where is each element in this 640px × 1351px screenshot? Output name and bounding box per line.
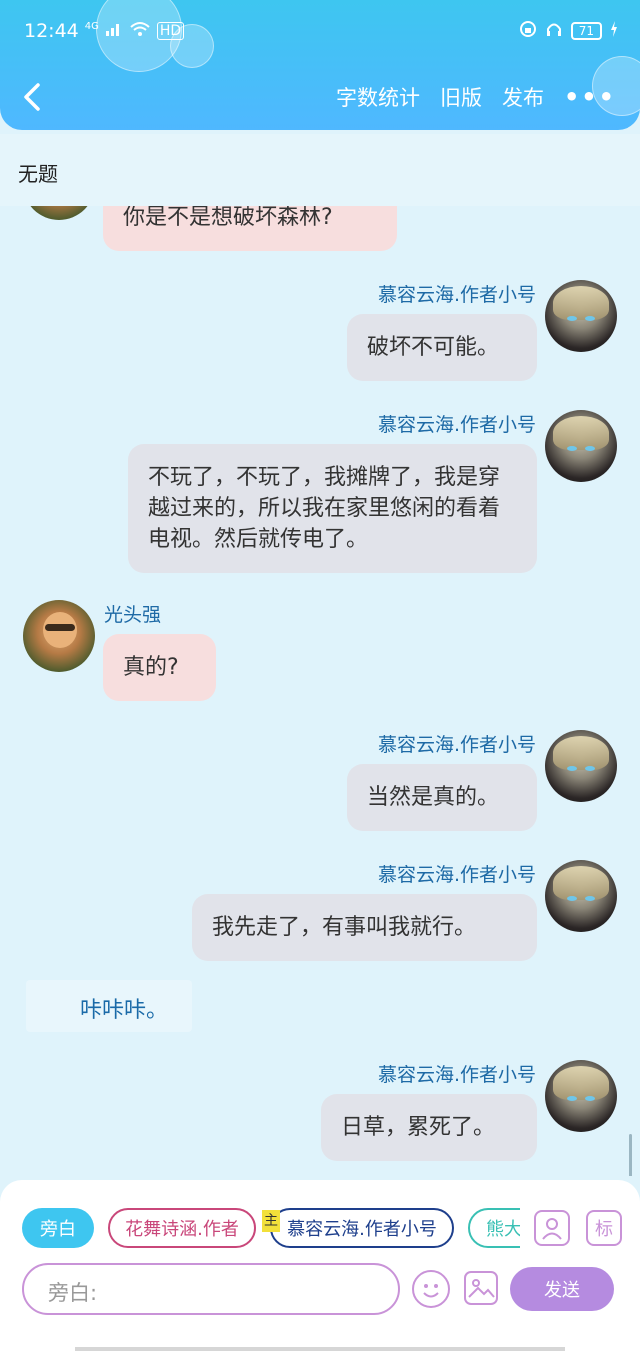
sender-name: 光头强 [104,604,162,626]
avatar-guangtouqiang[interactable] [23,206,95,220]
chat-area[interactable]: 你是不是想破坏森林? 慕容云海.作者小号 破坏不可能。 慕容云海.作者小号 不玩… [0,206,640,1176]
person-icon [542,1218,562,1240]
header-actions: 字数统计 旧版 发布 ••• [336,82,616,112]
word-count-button[interactable]: 字数统计 [336,82,420,112]
sender-name: 慕容云海.作者小号 [377,864,536,886]
message-bubble[interactable]: 我先走了，有事叫我就行。 [192,894,537,961]
headphone-icon [545,20,563,42]
avatar-author[interactable] [545,410,617,482]
charging-icon [610,21,618,41]
message-bubble[interactable]: 日草，累死了。 [321,1094,537,1161]
scrollbar[interactable] [629,1134,632,1176]
role-chip-narration[interactable]: 旁白 [22,1208,94,1248]
clock: 12:44 [24,20,79,42]
hd-label: HD [156,22,185,40]
send-button[interactable]: 发送 [510,1267,614,1311]
role-selector: 旁白 花舞诗涵.作者 慕容云海.作者小号 熊大 [0,1208,520,1250]
signal-icon [105,20,123,42]
role-manage-button[interactable] [534,1210,570,1246]
sender-name: 慕容云海.作者小号 [377,414,536,436]
battery-level: 71 [570,22,602,40]
message-bubble[interactable]: 你是不是想破坏森林? [103,206,397,251]
host-badge: 主 [262,1210,280,1232]
image-icon [468,1279,495,1298]
avatar-author[interactable] [545,860,617,932]
avatar-guangtouqiang[interactable] [23,600,95,672]
home-indicator [75,1347,565,1351]
emoji-button[interactable] [412,1270,450,1308]
message-input[interactable]: 旁白: [22,1263,400,1315]
sender-name: 慕容云海.作者小号 [377,1064,536,1086]
status-bar-right: 71 [519,20,618,42]
smiley-icon [423,1284,439,1298]
message-bubble[interactable]: 不玩了，不玩了，我摊牌了，我是穿越过来的，所以我在家里悠闲的看着电视。然后就传电… [128,444,537,573]
narration-message[interactable]: 咔咔咔。 [26,980,192,1032]
title-bar: 无题 [0,134,640,206]
compose-panel: 旁白 花舞诗涵.作者 慕容云海.作者小号 熊大 标 旁白: 发送 [0,1180,640,1351]
role-chip-huawu[interactable]: 花舞诗涵.作者 [108,1208,256,1248]
image-button[interactable] [464,1271,498,1305]
avatar-author[interactable] [545,1060,617,1132]
old-version-button[interactable]: 旧版 [440,82,482,112]
avatar-author[interactable] [545,730,617,802]
lock-rotation-icon [519,20,537,42]
role-chip-xiongda[interactable]: 熊大 [468,1208,520,1248]
sender-name: 慕容云海.作者小号 [377,734,536,756]
more-menu-button[interactable]: ••• [564,83,616,111]
wifi-icon [129,20,151,42]
tag-button[interactable]: 标 [586,1210,622,1246]
chevron-left-icon [24,83,40,111]
signal-label: 4G [84,20,99,32]
app-header: 12:44 4G HD 71 字数统计 旧版 发布 ••• [0,0,640,130]
status-bar-left: 12:44 4G HD [24,20,185,42]
page-title[interactable]: 无题 [18,158,58,187]
message-bubble[interactable]: 破坏不可能。 [347,314,537,381]
publish-button[interactable]: 发布 [502,82,544,112]
role-chip-murong[interactable]: 慕容云海.作者小号 [270,1208,454,1248]
back-button[interactable] [22,80,46,114]
sender-name: 慕容云海.作者小号 [377,284,536,306]
message-bubble[interactable]: 真的? [103,634,216,701]
message-bubble[interactable]: 当然是真的。 [347,764,537,831]
avatar-author[interactable] [545,280,617,352]
